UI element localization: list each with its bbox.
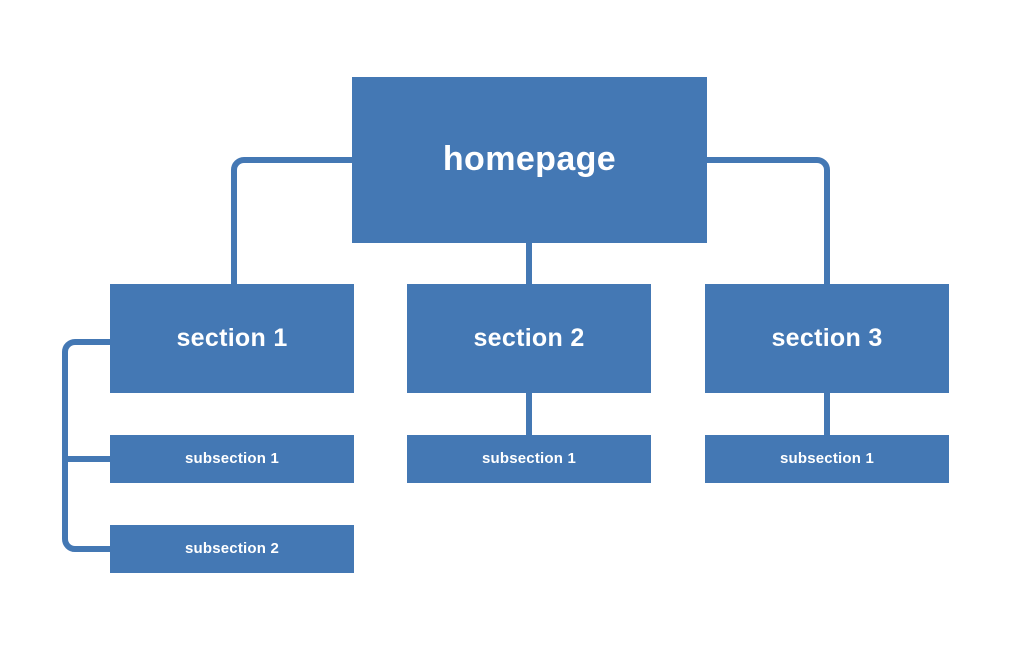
connector-homepage-to-section-1	[231, 157, 352, 284]
node-section-3-label: section 3	[771, 323, 883, 352]
node-section-2[interactable]: section 2	[407, 284, 651, 393]
sitemap-canvas: homepage section 1 section 2 section 3 s…	[0, 0, 1024, 649]
connector-homepage-to-section-3	[707, 157, 830, 284]
node-homepage-label: homepage	[442, 140, 617, 179]
node-section-1-subsection-2[interactable]: subsection 2	[110, 525, 354, 573]
node-section-2-label: section 2	[473, 323, 585, 352]
connector-section-1-spine	[62, 339, 110, 552]
node-homepage[interactable]: homepage	[352, 77, 707, 243]
node-section-1-label: section 1	[176, 323, 288, 352]
node-section-3-subsection-1[interactable]: subsection 1	[705, 435, 949, 483]
node-section-1[interactable]: section 1	[110, 284, 354, 393]
node-section-3-subsection-1-label: subsection 1	[779, 449, 875, 467]
node-section-1-subsection-1-label: subsection 1	[184, 449, 280, 467]
node-section-2-subsection-1-label: subsection 1	[481, 449, 577, 467]
node-section-1-subsection-1[interactable]: subsection 1	[110, 435, 354, 483]
node-section-3[interactable]: section 3	[705, 284, 949, 393]
node-section-2-subsection-1[interactable]: subsection 1	[407, 435, 651, 483]
node-section-1-subsection-2-label: subsection 2	[184, 539, 280, 557]
